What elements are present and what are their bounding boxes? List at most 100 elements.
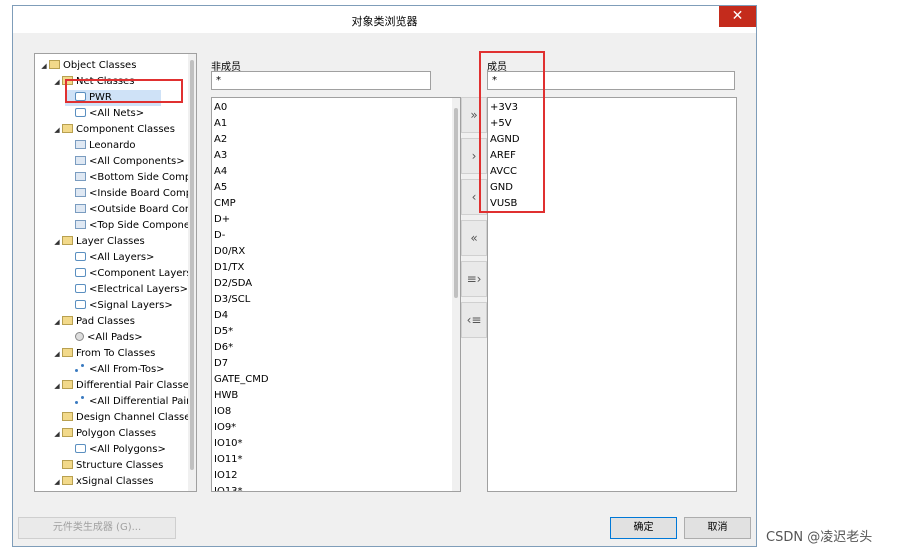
list-item[interactable]: D6* (214, 340, 233, 356)
list-scrollbar[interactable] (452, 98, 460, 491)
tree-item[interactable]: ◢ Differential Pair Classes (52, 378, 194, 394)
tree-item-label: <Signal Layers> (89, 300, 173, 311)
tree-item[interactable]: <Outside Board Com (65, 202, 195, 218)
list-item[interactable]: D4 (214, 308, 228, 324)
tree-item[interactable]: <Top Side Componen (65, 218, 196, 234)
tree-item-label: <Component Layers> (89, 268, 197, 279)
non-members-filter-input[interactable]: * (211, 71, 431, 90)
tree-item[interactable]: ◢ Component Classes (52, 122, 175, 138)
tree-item[interactable]: ◢ Polygon Classes (52, 426, 156, 442)
class-tree-panel[interactable]: ◢ Object Classes ◢ Net Classes PWR <All Nets>… (34, 53, 197, 492)
tree-item[interactable]: <All Differential Pairs> (65, 394, 197, 410)
list-item[interactable]: IO10* (214, 436, 243, 452)
list-item[interactable]: CMP (214, 196, 236, 212)
list-item[interactable]: D0/RX (214, 244, 245, 260)
list-item[interactable]: D+ (214, 212, 230, 228)
list-item[interactable]: D7 (214, 356, 228, 372)
tree-item[interactable]: <Electrical Layers> (65, 282, 188, 298)
expand-toggle-icon[interactable]: ◢ (52, 122, 62, 138)
object-class-browser-dialog: 对象类浏览器 ✕ ◢ Object Classes ◢ Net Classes PWR <… (12, 5, 757, 547)
tree-item[interactable]: <All Pads> (65, 330, 143, 346)
list-item[interactable]: A4 (214, 164, 227, 180)
tree-item-label: <Inside Board Compo (89, 188, 197, 199)
expand-toggle-icon[interactable]: ◢ (52, 474, 62, 490)
tree-item[interactable]: <Component Layers> (65, 266, 197, 282)
tree-item[interactable]: <All Components> (65, 154, 185, 170)
list-item[interactable]: A1 (214, 116, 227, 132)
tree-item-label: <All Nets> (89, 108, 145, 119)
tree-item[interactable]: Leonardo (65, 138, 136, 154)
tree-item[interactable]: ◢ Layer Classes (52, 234, 145, 250)
folder-icon (62, 124, 73, 133)
expand-toggle-icon[interactable]: ◢ (39, 58, 49, 74)
list-item[interactable]: A0 (214, 100, 227, 116)
tree-scrollbar-thumb[interactable] (190, 60, 194, 470)
list-item[interactable]: IO11* (214, 452, 243, 468)
net-class-icon (75, 108, 86, 117)
title-bar: 对象类浏览器 ✕ (13, 6, 756, 33)
layer-class-icon (75, 444, 86, 453)
remove-matching-button[interactable]: ‹≡ (461, 302, 487, 338)
list-item[interactable]: D1/TX (214, 260, 244, 276)
expand-toggle-icon[interactable]: ◢ (52, 234, 62, 250)
tree-item[interactable]: <All xSignals> (65, 490, 163, 491)
list-scrollbar-thumb[interactable] (454, 108, 458, 298)
non-members-list[interactable]: A0 A1 A2 A3 A4 A5 CMP D+ D- D0/RX D1/TX D2/SDA D3/SC… (211, 97, 461, 492)
members-highlight-box (479, 51, 545, 213)
list-item[interactable]: IO13* (214, 484, 243, 491)
list-item[interactable]: D- (214, 228, 225, 244)
component-class-generator-button[interactable]: 元件类生成器 (G)... (18, 517, 176, 539)
tree-item[interactable]: ◢ xSignal Classes (52, 474, 154, 490)
list-item[interactable]: IO12 (214, 468, 238, 484)
tree-item[interactable]: <Signal Layers> (65, 298, 173, 314)
tree-item-label: Component Classes (76, 124, 175, 135)
list-item[interactable]: GATE_CMD (214, 372, 269, 388)
expand-toggle-icon[interactable]: ◢ (52, 346, 62, 362)
expand-toggle-icon[interactable]: ◢ (52, 378, 62, 394)
tree-item[interactable]: ◢ From To Classes (52, 346, 155, 362)
folder-icon (62, 380, 73, 389)
ok-button[interactable]: 确定 (610, 517, 677, 539)
tree-item[interactable]: Structure Classes (52, 458, 163, 474)
tree-item[interactable]: <All Nets> (65, 106, 144, 122)
list-item[interactable]: A3 (214, 148, 227, 164)
tree-item-label: <All Pads> (87, 332, 143, 343)
tree-item-label: Layer Classes (76, 236, 145, 247)
folder-icon (62, 460, 73, 469)
tree-item[interactable]: <Bottom Side Compo (65, 170, 197, 186)
add-matching-button[interactable]: ≡› (461, 261, 487, 297)
tree-item-label: From To Classes (76, 348, 156, 359)
remove-all-button[interactable]: « (461, 220, 487, 256)
pad-class-icon (75, 332, 84, 341)
list-item[interactable]: IO9* (214, 420, 236, 436)
tree-item[interactable]: <All Polygons> (65, 442, 166, 458)
list-item[interactable]: A2 (214, 132, 227, 148)
expand-toggle-icon[interactable]: ◢ (52, 74, 62, 90)
from-to-icon (75, 396, 86, 405)
tree-item[interactable]: <All From-Tos> (65, 362, 165, 378)
tree-item-label: <Top Side Componen (89, 220, 197, 231)
layer-class-icon (75, 252, 86, 261)
window-title: 对象类浏览器 (351, 15, 418, 28)
tree-item[interactable]: Design Channel Classes (52, 410, 196, 426)
expand-toggle-icon[interactable]: ◢ (52, 314, 62, 330)
layer-class-icon (75, 268, 86, 277)
list-item[interactable]: D2/SDA (214, 276, 252, 292)
list-item[interactable]: HWB (214, 388, 238, 404)
tree-item-label: <Bottom Side Compo (89, 172, 197, 183)
tree-item[interactable]: <Inside Board Compo (65, 186, 197, 202)
cancel-button[interactable]: 取消 (684, 517, 751, 539)
tree-item[interactable]: <All Layers> (65, 250, 154, 266)
folder-icon (62, 316, 73, 325)
tree-scrollbar[interactable] (188, 54, 196, 491)
list-item[interactable]: A5 (214, 180, 227, 196)
expand-toggle-icon[interactable]: ◢ (52, 426, 62, 442)
list-item[interactable]: D5* (214, 324, 233, 340)
tree-item-label: Leonardo (89, 140, 136, 151)
close-button[interactable]: ✕ (719, 6, 756, 27)
list-item[interactable]: IO8 (214, 404, 231, 420)
tree-item[interactable]: ◢ Object Classes (39, 58, 136, 74)
tree-item-label: <All Differential Pairs> (89, 396, 197, 407)
tree-item[interactable]: ◢ Pad Classes (52, 314, 135, 330)
list-item[interactable]: D3/SCL (214, 292, 250, 308)
